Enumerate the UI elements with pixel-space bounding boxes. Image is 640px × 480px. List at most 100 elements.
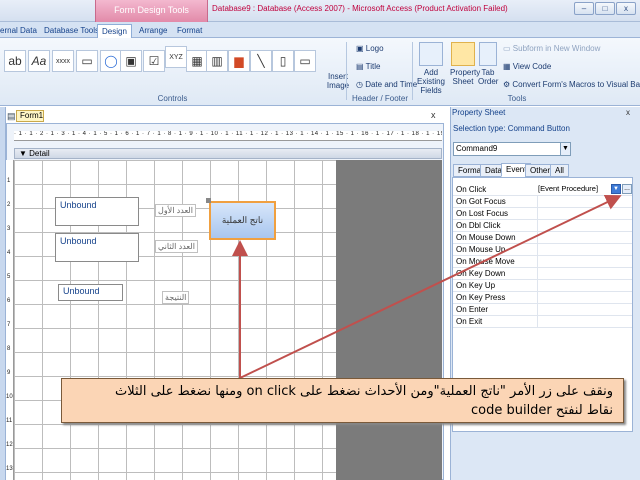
tab-control-tool-icon[interactable]: ▭ xyxy=(76,50,98,72)
date-time-label: Date and Time xyxy=(365,80,418,89)
prop-name: On Exit xyxy=(456,317,483,326)
maximize-button[interactable]: □ xyxy=(595,2,615,15)
prop-tab-all[interactable]: All xyxy=(550,164,569,177)
prop-value[interactable] xyxy=(537,256,632,267)
property-sheet-close-button[interactable]: x xyxy=(626,108,630,117)
add-existing-fields-label: Add Existing Fields xyxy=(416,68,445,95)
prop-name: On Mouse Move xyxy=(456,257,515,266)
prop-row[interactable]: On Dbl Click xyxy=(453,220,632,232)
minimize-button[interactable]: – xyxy=(574,2,594,15)
tab-order-button[interactable]: Tab Order xyxy=(478,42,498,86)
prop-value[interactable] xyxy=(537,268,632,279)
chevron-down-icon[interactable]: ▼ xyxy=(560,143,570,155)
tools-group-label: Tools xyxy=(507,94,527,103)
command-button-result[interactable]: ناتج العملية xyxy=(209,201,276,240)
prop-name: On Dbl Click xyxy=(456,221,501,230)
line-tool-icon[interactable]: ╲ xyxy=(250,50,272,72)
checkbox-tool-icon[interactable]: ☑ xyxy=(143,50,165,72)
tab-design[interactable]: Design xyxy=(97,24,132,38)
vruler-mark: 8 xyxy=(7,346,11,352)
horizontal-ruler: · 1 · 1 · 2 · 1 · 3 · 1 · 4 · 1 · 5 · 1 … xyxy=(14,131,442,141)
window-title: Database9 : Database (Access 2007) - Mic… xyxy=(212,4,508,13)
convert-macros-button[interactable]: ⚙ Convert Form's Macros to Visual Basic xyxy=(503,80,640,89)
subform-new-window-button[interactable]: ▭ Subform in New Window xyxy=(503,44,600,53)
prop-name: On Lost Focus xyxy=(456,209,509,218)
prop-value[interactable] xyxy=(537,244,632,255)
hyperlink-tool-icon[interactable]: ◯ xyxy=(100,50,122,72)
rectangle-tool-icon[interactable]: ▭ xyxy=(294,50,316,72)
tab-order-label: Tab Order xyxy=(478,68,499,86)
prop-name: On Key Up xyxy=(456,281,496,290)
label-second-number[interactable]: العدد الثاني xyxy=(155,240,198,253)
prop-row[interactable]: On Got Focus xyxy=(453,196,632,208)
form-icon: ▤ xyxy=(7,111,16,121)
label-first-number[interactable]: العدد الأول xyxy=(155,204,196,217)
button-tool-icon[interactable]: xxxx xyxy=(52,50,74,72)
subform-new-window-label: Subform in New Window xyxy=(512,44,601,53)
prop-value[interactable] xyxy=(537,316,632,327)
detail-section-bar[interactable]: ▼ Detail xyxy=(14,148,442,159)
vruler-mark: 12 xyxy=(6,442,13,448)
prop-value[interactable] xyxy=(537,280,632,291)
prop-row[interactable]: On Mouse Up xyxy=(453,244,632,256)
vruler-mark: 2 xyxy=(7,202,11,208)
property-sheet-button[interactable]: Property Sheet xyxy=(450,42,480,86)
prop-name: On Click xyxy=(456,185,487,194)
label-result[interactable]: النتيجة xyxy=(162,291,190,304)
option-group-tool-icon[interactable]: XYZ xyxy=(165,46,187,68)
chevron-down-icon[interactable]: ▼ xyxy=(611,184,621,194)
build-button[interactable]: ... xyxy=(622,184,632,194)
prop-row[interactable]: On Enter xyxy=(453,304,632,316)
vruler-mark: 3 xyxy=(7,226,11,232)
prop-value[interactable] xyxy=(537,208,632,219)
vruler-mark: 4 xyxy=(7,250,11,256)
add-existing-fields-button[interactable]: Add Existing Fields xyxy=(414,42,448,95)
instruction-callout: ونقف على زر الأمر "ناتج العملية"ومن الأح… xyxy=(61,378,624,423)
view-code-button[interactable]: ▦ View Code xyxy=(503,62,551,71)
prop-row[interactable]: On Key Press xyxy=(453,292,632,304)
prop-value[interactable] xyxy=(537,292,632,303)
prop-value[interactable] xyxy=(537,196,632,207)
prop-value[interactable] xyxy=(537,220,632,231)
vruler-mark: 1 xyxy=(7,178,11,184)
insert-image-button[interactable]: Insert Image xyxy=(325,72,351,90)
selection-handle[interactable] xyxy=(206,198,211,203)
date-time-button[interactable]: ◷ Date and Time xyxy=(356,80,417,89)
tab-database-tools[interactable]: Database Tools xyxy=(44,24,99,38)
on-click-value[interactable]: [Event Procedure] xyxy=(536,184,610,195)
prop-row[interactable]: On Exit xyxy=(453,316,632,328)
prop-name: On Enter xyxy=(456,305,489,314)
title-button[interactable]: ▤ Title xyxy=(356,62,380,71)
form-document-tab[interactable]: Form1 xyxy=(16,110,44,122)
toggle-tool-icon[interactable]: ▯ xyxy=(272,50,294,72)
prop-row[interactable]: On Lost Focus xyxy=(453,208,632,220)
combo-box-tool-icon[interactable]: ▦ xyxy=(186,50,208,72)
header-footer-group-label: Header / Footer xyxy=(351,94,409,103)
textbox-second-number[interactable]: Unbound xyxy=(55,233,139,262)
prop-row[interactable]: On Mouse Move xyxy=(453,256,632,268)
web-browser-tool-icon[interactable]: ▣ xyxy=(120,50,142,72)
form-close-button[interactable]: x xyxy=(431,110,436,120)
tab-arrange[interactable]: Arrange xyxy=(139,24,167,38)
ribbon: ab Aa xxxx ▭ ◯ ▣ ☑ XYZ ▦ ▥ ▆ ╲ ▯ ▭ Inser… xyxy=(0,38,640,106)
control-selector-dropdown[interactable]: Command9 xyxy=(453,142,571,156)
close-window-button[interactable]: x xyxy=(616,2,636,15)
prop-row[interactable]: On Key Up xyxy=(453,280,632,292)
prop-value[interactable] xyxy=(537,304,632,315)
textbox-tool-icon[interactable]: ab xyxy=(4,50,26,72)
prop-row[interactable]: On Mouse Down xyxy=(453,232,632,244)
list-box-tool-icon[interactable]: ▥ xyxy=(206,50,228,72)
callout-line-2: نقاط لنفتح code builder xyxy=(470,403,613,418)
prop-value[interactable] xyxy=(537,232,632,243)
controls-group-label: Controls xyxy=(157,94,188,103)
prop-row[interactable]: On Key Down xyxy=(453,268,632,280)
textbox-first-number[interactable]: Unbound xyxy=(55,197,139,226)
tab-external-data[interactable]: ernal Data xyxy=(0,24,37,38)
chart-tool-icon[interactable]: ▆ xyxy=(228,50,250,72)
label-tool-icon[interactable]: Aa xyxy=(28,50,50,72)
tab-format[interactable]: Format xyxy=(177,24,202,38)
logo-button[interactable]: ▣ Logo xyxy=(356,44,384,53)
vruler-mark: 9 xyxy=(7,370,11,376)
textbox-result[interactable]: Unbound xyxy=(58,284,123,301)
prop-name: On Mouse Up xyxy=(456,245,506,254)
